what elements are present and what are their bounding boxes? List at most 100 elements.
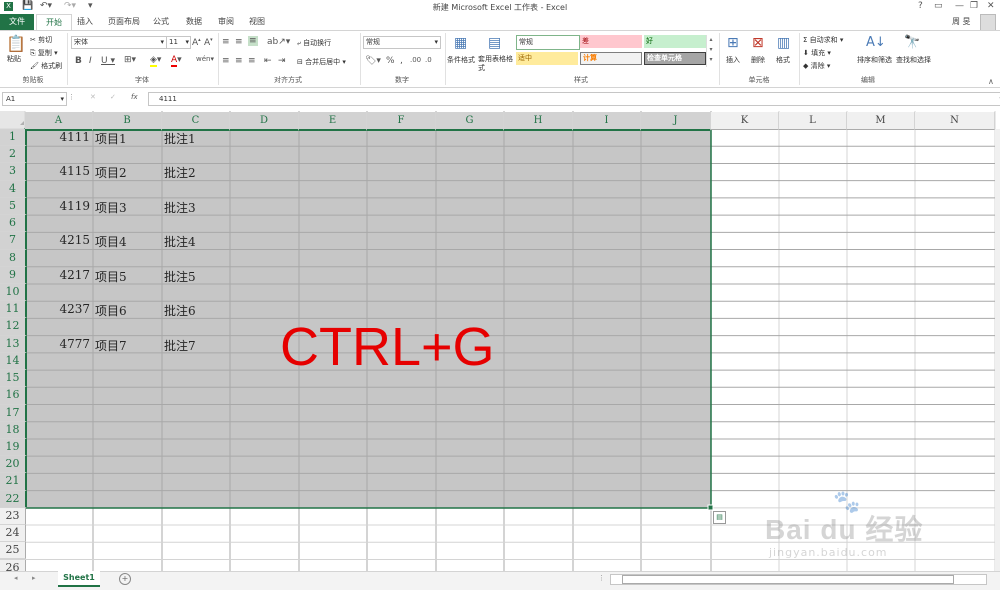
copy-button[interactable]: ⎘ 复制 ▾ xyxy=(30,48,58,58)
select-all-corner[interactable] xyxy=(0,111,25,129)
row-header[interactable]: 8 xyxy=(0,249,27,267)
clear-button[interactable]: ◆ 清除 ▾ xyxy=(803,61,830,71)
fill-color-icon[interactable]: ◈▾ xyxy=(150,55,161,67)
prev-sheet-icon[interactable]: ◂ xyxy=(14,574,18,582)
cell-c[interactable]: 批注1 xyxy=(164,130,196,147)
cell-c[interactable]: 批注2 xyxy=(164,164,196,181)
align-right-icon[interactable]: ≡ xyxy=(248,56,256,66)
column-header-h[interactable]: H xyxy=(504,112,573,131)
row-header[interactable]: 11 xyxy=(0,301,27,319)
row-header[interactable]: 10 xyxy=(0,283,27,302)
cell-b[interactable]: 项目1 xyxy=(95,130,127,147)
cell-b[interactable]: 项目3 xyxy=(95,199,127,216)
sort-filter-button[interactable]: 排序和筛选 xyxy=(857,55,892,65)
find-select-icon[interactable]: 🔭 xyxy=(904,35,920,50)
cell-a[interactable]: 4217 xyxy=(25,268,90,282)
avatar[interactable] xyxy=(980,14,996,31)
merge-center-button[interactable]: ⊟ 合并后居中 ▾ xyxy=(297,57,346,67)
insert-cells-icon[interactable]: ⊞ xyxy=(727,35,739,51)
cell-b[interactable]: 项目7 xyxy=(95,337,127,354)
conditional-format-icon[interactable]: ▦ xyxy=(454,35,467,51)
column-header-j[interactable]: J xyxy=(641,112,711,131)
name-box[interactable]: A1 ▾ xyxy=(2,92,67,106)
cell-c[interactable]: 批注7 xyxy=(164,337,196,354)
font-color-icon[interactable]: A▾ xyxy=(171,55,182,67)
row-header[interactable]: 19 xyxy=(0,438,27,457)
align-top-icon[interactable]: ≡ xyxy=(222,37,230,47)
enter-icon[interactable]: ✓ xyxy=(110,93,116,101)
next-sheet-icon[interactable]: ▸ xyxy=(32,574,36,582)
row-header[interactable]: 3 xyxy=(0,163,27,181)
collapse-ribbon-icon[interactable]: ∧ xyxy=(988,77,994,86)
cell-b[interactable]: 项目5 xyxy=(95,268,127,285)
cell-c[interactable]: 批注5 xyxy=(164,268,196,285)
wrap-text-button[interactable]: ⤶ 自动换行 xyxy=(297,38,331,48)
styles-scroll[interactable]: ▴ ▾ ▾ xyxy=(706,35,715,67)
row-header[interactable]: 24 xyxy=(0,525,26,543)
style-calculation[interactable]: 计算 xyxy=(580,52,642,65)
align-center-icon[interactable]: ≡ xyxy=(235,56,243,66)
comma-icon[interactable]: , xyxy=(400,56,403,66)
align-bottom-icon[interactable]: ≡ xyxy=(248,36,258,46)
decrease-decimal-icon[interactable]: .0 xyxy=(425,56,432,64)
column-header-n[interactable]: N xyxy=(915,112,995,130)
cell-a[interactable]: 4115 xyxy=(25,164,90,178)
delete-cells-button[interactable]: 删除 xyxy=(751,55,765,65)
row-header[interactable]: 9 xyxy=(0,266,27,284)
user-name[interactable]: 周 旻 xyxy=(952,16,971,27)
tab-review[interactable]: 审阅 xyxy=(218,16,234,27)
number-format-select[interactable]: 常规 ▾ xyxy=(363,36,441,49)
column-header-m[interactable]: M xyxy=(847,112,915,130)
formula-bar-handle[interactable]: ⋮ xyxy=(68,93,75,101)
cell-c[interactable]: 批注3 xyxy=(164,199,196,216)
cell-c[interactable]: 批注6 xyxy=(164,302,196,319)
cell-a[interactable]: 4215 xyxy=(25,233,90,247)
cell-a[interactable]: 4111 xyxy=(25,130,90,144)
row-header[interactable]: 13 xyxy=(0,335,27,353)
cut-button[interactable]: ✂ 剪切 xyxy=(30,35,52,45)
row-header[interactable]: 16 xyxy=(0,387,27,405)
help-button[interactable]: ? xyxy=(918,1,923,11)
paste-icon[interactable]: 📋 xyxy=(6,34,26,53)
column-header-i[interactable]: I xyxy=(573,112,641,131)
row-header[interactable]: 14 xyxy=(0,352,27,371)
row-header[interactable]: 17 xyxy=(0,404,27,422)
column-header-b[interactable]: B xyxy=(93,112,162,131)
row-header[interactable]: 21 xyxy=(0,473,27,491)
shrink-font-icon[interactable]: A▾ xyxy=(204,37,213,48)
tab-insert[interactable]: 插入 xyxy=(77,16,93,27)
row-header[interactable]: 25 xyxy=(0,542,26,560)
font-size-select[interactable]: 11 ▾ xyxy=(166,36,191,49)
bold-icon[interactable]: B xyxy=(75,56,82,66)
cell-c[interactable]: 批注4 xyxy=(164,233,196,250)
cell-b[interactable]: 项目2 xyxy=(95,164,127,181)
ribbon-display-icon[interactable]: ▭ xyxy=(934,1,943,11)
align-left-icon[interactable]: ≡ xyxy=(222,56,230,66)
find-select-button[interactable]: 查找和选择 xyxy=(896,55,931,65)
vertical-scrollbar[interactable] xyxy=(995,129,1000,571)
column-header-l[interactable]: L xyxy=(779,112,847,130)
formula-input[interactable]: 4111▾ xyxy=(148,92,1000,106)
insert-function-icon[interactable]: fx xyxy=(131,93,138,101)
tab-formulas[interactable]: 公式 xyxy=(153,16,169,27)
row-header[interactable]: 4 xyxy=(0,180,27,198)
font-name-select[interactable]: 宋体 ▾ xyxy=(71,36,167,49)
quick-analysis-icon[interactable]: ▤ xyxy=(713,511,726,524)
conditional-format-button[interactable]: 条件格式 xyxy=(447,55,475,65)
cell-a[interactable]: 4237 xyxy=(25,302,90,316)
cell-b[interactable]: 项目6 xyxy=(95,302,127,319)
row-header[interactable]: 1 xyxy=(0,129,27,147)
underline-icon[interactable]: U ▾ xyxy=(101,56,115,66)
insert-cells-button[interactable]: 插入 xyxy=(726,55,740,65)
column-header-g[interactable]: G xyxy=(436,112,504,131)
cell-a[interactable]: 4777 xyxy=(25,337,90,351)
column-header-f[interactable]: F xyxy=(367,112,436,131)
column-header-e[interactable]: E xyxy=(299,112,367,131)
sheet-tab[interactable]: Sheet1 xyxy=(58,571,100,587)
style-neutral[interactable]: 适中 xyxy=(516,52,578,65)
row-header[interactable]: 12 xyxy=(0,318,27,336)
tab-file[interactable]: 文件 xyxy=(0,14,34,30)
row-header[interactable]: 5 xyxy=(0,197,27,216)
table-format-button[interactable]: 套用表格格式 xyxy=(478,55,518,73)
new-sheet-icon[interactable]: + xyxy=(119,573,131,585)
